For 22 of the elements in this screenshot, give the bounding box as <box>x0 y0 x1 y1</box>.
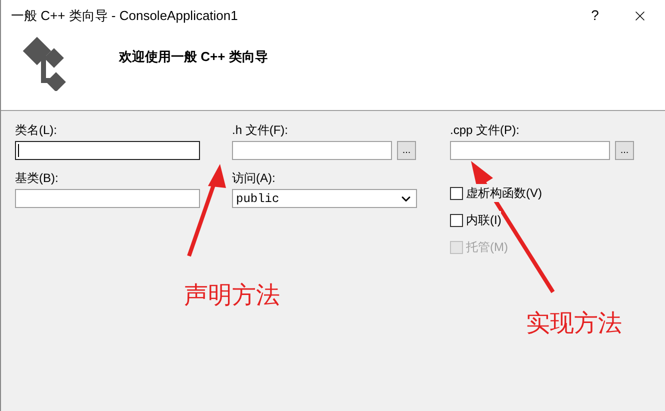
wizard-heading: 欢迎使用一般 C++ 类向导 <box>119 48 268 66</box>
browse-button[interactable]: ... <box>615 141 634 160</box>
field-label: 基类(B): <box>15 171 60 185</box>
text-field[interactable] <box>450 141 610 160</box>
field-label: .h 文件(F): <box>232 123 289 137</box>
access-dropdown[interactable]: public <box>232 189 417 208</box>
field-label: 访问(A): <box>232 171 276 185</box>
checkbox-label: 虚析构函数(V) <box>466 184 542 202</box>
field-label: .cpp 文件(P): <box>450 123 520 137</box>
annotation-text: 声明方法 <box>184 281 280 311</box>
text-field[interactable] <box>232 141 392 160</box>
browse-button[interactable]: ... <box>397 141 416 160</box>
annotation-text: 实现方法 <box>526 309 622 339</box>
text-field[interactable] <box>15 189 200 208</box>
checkbox[interactable] <box>450 186 463 200</box>
checkbox-label: 内联(I) <box>466 211 502 229</box>
window-title: 一般 C++ 类向导 - ConsoleApplication1 <box>11 6 239 25</box>
checkbox[interactable] <box>450 214 463 226</box>
text-field[interactable] <box>15 141 200 160</box>
field-label: 类名(L): <box>15 123 58 137</box>
help-button[interactable]: ? <box>575 0 615 31</box>
checkbox-label: 托管(M) <box>466 238 508 256</box>
